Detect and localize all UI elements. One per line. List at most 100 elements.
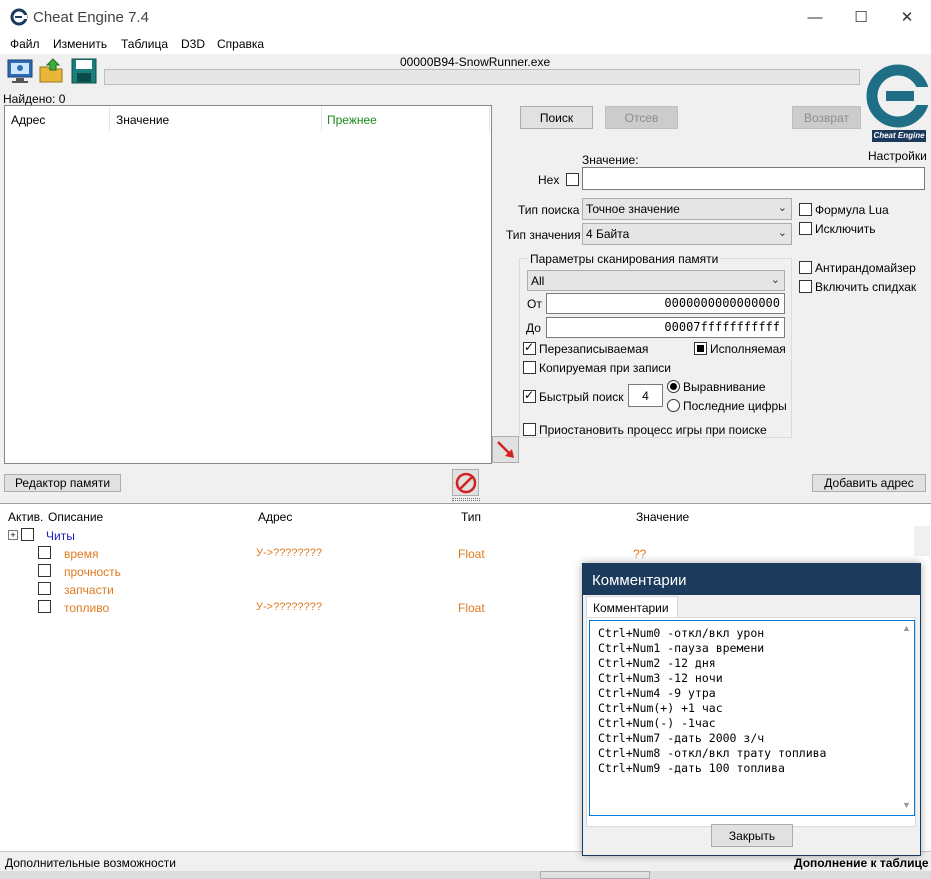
lua-formula-label[interactable]: Формула Lua	[815, 203, 889, 217]
add-selected-to-list-button[interactable]	[492, 436, 519, 463]
row-type: Float	[458, 601, 485, 615]
group-name: Читы	[46, 529, 75, 543]
table-col-description[interactable]: Описание	[48, 510, 103, 524]
undo-scan-button[interactable]: Возврат	[792, 106, 861, 129]
table-scrollbar[interactable]	[914, 526, 930, 556]
no-entry-icon	[455, 472, 476, 493]
title-bar[interactable]: Cheat Engine 7.4 — ☐ ✕	[0, 0, 931, 34]
results-col-previous[interactable]: Прежнее	[327, 113, 377, 127]
writable-label[interactable]: Перезаписываемая	[539, 342, 648, 356]
menu-file[interactable]: Файл	[10, 37, 40, 51]
menu-help[interactable]: Справка	[217, 37, 264, 51]
value-input[interactable]	[582, 167, 925, 190]
open-file-button[interactable]	[38, 57, 66, 85]
hex-checkbox[interactable]	[566, 173, 579, 186]
last-digits-radio[interactable]	[667, 399, 680, 412]
settings-link[interactable]: Настройки	[868, 149, 927, 163]
results-col-address[interactable]: Адрес	[11, 113, 45, 127]
chevron-down-icon: ⌄	[770, 274, 780, 286]
executable-checkbox[interactable]	[694, 342, 707, 355]
menu-table[interactable]: Таблица	[121, 37, 168, 51]
comments-dialog[interactable]: Комментарии Комментарии Ctrl+Num0 -откл/…	[582, 563, 921, 856]
tab-comments[interactable]: Комментарии	[586, 596, 678, 618]
memory-region-value: All	[531, 273, 545, 288]
advanced-options[interactable]: Дополнительные возможности	[5, 856, 176, 870]
close-comments-button[interactable]: Закрыть	[711, 824, 793, 847]
comment-line: Ctrl+Num2 -12 дня	[598, 656, 716, 670]
first-scan-button[interactable]: Поиск	[520, 106, 593, 129]
scan-type-select[interactable]: Точное значение ⌄	[582, 198, 792, 220]
comment-textarea[interactable]: Ctrl+Num0 -откл/вкл урон Ctrl+Num1 -пауз…	[589, 620, 915, 816]
splitter-grip[interactable]	[452, 498, 480, 501]
table-col-value[interactable]: Значение	[636, 510, 689, 524]
open-process-icon	[7, 59, 33, 83]
group-active-checkbox[interactable]	[21, 528, 34, 541]
last-digits-label[interactable]: Последние цифры	[683, 399, 787, 413]
comment-line: Ctrl+Num9 -дать 100 топлива	[598, 761, 785, 775]
table-row[interactable]: время У->???????? Float ??	[0, 544, 931, 562]
open-process-button[interactable]	[6, 57, 34, 85]
row-description: топливо	[64, 601, 110, 615]
fast-scan-checkbox[interactable]	[523, 388, 536, 403]
alignment-label[interactable]: Выравнивание	[683, 380, 766, 394]
add-address-button[interactable]: Добавить адрес	[812, 474, 926, 492]
alignment-radio[interactable]	[667, 380, 680, 393]
process-name: 00000B94-SnowRunner.exe	[400, 55, 551, 69]
results-col-value[interactable]: Значение	[116, 113, 169, 127]
antirandom-checkbox[interactable]	[799, 261, 812, 274]
stop-address-input[interactable]: 00007fffffffffff	[546, 317, 785, 338]
table-col-type[interactable]: Тип	[461, 510, 481, 524]
start-address-input[interactable]: 0000000000000000	[546, 293, 785, 314]
writable-checkbox[interactable]	[523, 340, 536, 355]
lua-formula-checkbox[interactable]	[799, 203, 812, 216]
speedhack-label[interactable]: Включить спидхак	[815, 280, 916, 294]
save-button[interactable]	[70, 57, 98, 85]
speedhack-checkbox[interactable]	[799, 280, 812, 293]
memory-region-select[interactable]: All ⌄	[527, 270, 785, 291]
scroll-down-icon[interactable]: ▼	[902, 800, 911, 810]
value-label: Значение:	[582, 153, 639, 167]
menu-edit[interactable]: Изменить	[53, 37, 107, 51]
cheat-engine-logo[interactable]: Cheat Engine	[864, 54, 931, 146]
chevron-down-icon: ⌄	[777, 227, 787, 239]
value-type-select[interactable]: 4 Байта ⌄	[582, 223, 792, 245]
close-button[interactable]: ✕	[884, 0, 930, 34]
table-group-row[interactable]: + Читы	[0, 526, 931, 544]
scan-progress-bar	[104, 69, 860, 85]
open-file-icon	[39, 58, 63, 83]
row-type: Float	[458, 547, 485, 561]
expand-icon[interactable]: +	[8, 530, 18, 540]
pause-game-label[interactable]: Приостановить процесс игры при поиске	[539, 423, 767, 437]
fast-scan-alignment-input[interactable]: 4	[628, 384, 663, 407]
memory-view-button[interactable]: Редактор памяти	[4, 474, 121, 492]
minimize-button[interactable]: —	[792, 0, 838, 34]
window-bottom-edge	[0, 871, 931, 879]
exclude-label[interactable]: Исключить	[815, 222, 875, 236]
dialog-title[interactable]: Комментарии	[583, 564, 920, 595]
menu-d3d[interactable]: D3D	[181, 37, 205, 51]
exclude-checkbox[interactable]	[799, 222, 812, 235]
clear-list-button[interactable]	[452, 469, 479, 496]
fast-scan-label[interactable]: Быстрый поиск	[539, 390, 623, 404]
row-active-checkbox[interactable]	[38, 600, 51, 613]
scroll-up-icon[interactable]: ▲	[902, 623, 911, 633]
results-list[interactable]: Адрес Значение Прежнее	[4, 105, 492, 464]
row-active-checkbox[interactable]	[38, 564, 51, 577]
copy-on-write-checkbox[interactable]	[523, 361, 536, 374]
executable-label[interactable]: Исполняемая	[710, 342, 786, 356]
row-active-checkbox[interactable]	[38, 546, 51, 559]
copy-on-write-label[interactable]: Копируемая при записи	[539, 361, 671, 375]
column-divider	[321, 107, 322, 131]
row-description: прочность	[64, 565, 121, 579]
next-scan-button[interactable]: Отсев	[605, 106, 678, 129]
comment-scrollbar[interactable]: ▲ ▼	[900, 623, 914, 813]
table-col-address[interactable]: Адрес	[258, 510, 292, 524]
maximize-button[interactable]: ☐	[838, 0, 884, 34]
antirandom-label[interactable]: Антирандомайзер	[815, 261, 916, 275]
comment-line: Ctrl+Num(-) -1час	[598, 716, 716, 730]
row-active-checkbox[interactable]	[38, 582, 51, 595]
comment-line: Ctrl+Num(+) +1 час	[598, 701, 723, 715]
table-col-active[interactable]: Актив.	[8, 510, 43, 524]
pause-game-checkbox[interactable]	[523, 423, 536, 436]
table-extras[interactable]: Дополнение к таблице	[794, 856, 929, 870]
